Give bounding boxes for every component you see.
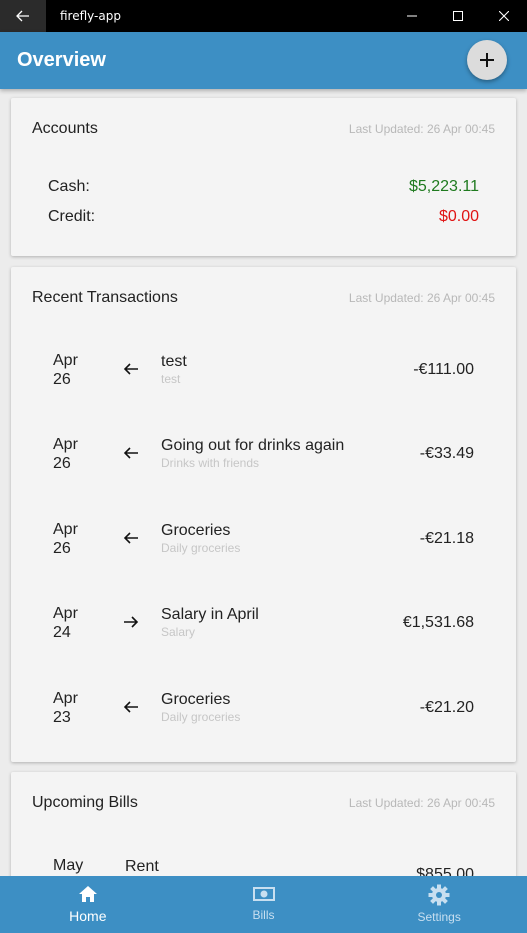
nav-label: Settings [417, 910, 461, 924]
transaction-day: 23 [53, 709, 71, 726]
transaction-amount: -€33.49 [419, 445, 474, 462]
arrow-left-icon [123, 447, 138, 459]
bottom-navigation: Home Bills Settings [0, 876, 527, 933]
nav-label: Bills [252, 908, 275, 922]
transaction-row[interactable]: Apr 24 Salary in April Salary €1,531.68 [53, 604, 474, 654]
transaction-subtitle: Daily groceries [161, 541, 241, 555]
maximize-icon [453, 11, 463, 21]
arrow-right-icon [124, 616, 139, 628]
transaction-subtitle: Salary [161, 625, 196, 639]
account-value: $5,223.11 [409, 178, 479, 195]
arrow-left-icon [123, 363, 138, 375]
page-title: Overview [17, 49, 106, 71]
maximize-button[interactable] [435, 0, 481, 32]
transaction-date: Apr 26 [53, 520, 93, 558]
bills-last-updated: Last Updated: 26 Apr 00:45 [348, 796, 495, 810]
accounts-card-header: Accounts Last Updated: 26 Apr 00:45 [32, 120, 495, 138]
account-label: Cash: [48, 178, 90, 195]
transaction-row[interactable]: Apr 26 Going out for drinks again Drinks… [53, 435, 474, 485]
account-row-cash[interactable]: Cash: $5,223.11 [48, 178, 479, 196]
account-value: $0.00 [438, 208, 479, 225]
transaction-month: Apr [53, 521, 78, 538]
transaction-row[interactable]: Apr 26 test test -€111.00 [53, 351, 474, 401]
nav-settings[interactable]: Settings [351, 876, 527, 933]
window-back-button[interactable] [0, 0, 46, 32]
bills-title: Upcoming Bills [32, 794, 138, 811]
minimize-icon [407, 15, 417, 17]
transaction-subtitle: test [161, 372, 181, 386]
transaction-month: Apr [53, 690, 78, 707]
transactions-card: Recent Transactions Last Updated: 26 Apr… [11, 267, 516, 762]
accounts-card: Accounts Last Updated: 26 Apr 00:45 Cash… [11, 98, 516, 256]
nav-label: Home [69, 908, 107, 924]
close-button[interactable] [481, 0, 527, 32]
overview-content[interactable]: Accounts Last Updated: 26 Apr 00:45 Cash… [0, 89, 527, 876]
window-titlebar: firefly-app [0, 0, 527, 32]
bill-row[interactable]: May Rent $855.00 [53, 856, 474, 876]
home-icon [78, 886, 97, 902]
gear-icon [428, 884, 450, 906]
transaction-date: Apr 24 [53, 604, 93, 642]
transaction-subtitle: Daily groceries [161, 710, 241, 724]
transaction-day: 24 [53, 624, 71, 641]
bill-title: Rent [125, 858, 159, 875]
money-icon [252, 887, 275, 901]
transaction-month: Apr [53, 436, 78, 453]
transaction-title: Groceries [161, 522, 231, 539]
close-icon [499, 11, 509, 21]
transaction-row[interactable]: Apr 23 Groceries Daily groceries -€21.20 [53, 689, 474, 739]
arrow-left-icon [16, 10, 29, 22]
nav-home[interactable]: Home [0, 876, 176, 933]
transaction-date: Apr 26 [53, 351, 93, 389]
transaction-day: 26 [53, 540, 71, 557]
bills-card: Upcoming Bills Last Updated: 26 Apr 00:4… [11, 772, 516, 876]
transaction-title: Salary in April [161, 606, 259, 623]
transactions-last-updated: Last Updated: 26 Apr 00:45 [348, 291, 495, 305]
transaction-amount: -€111.00 [413, 361, 474, 378]
transaction-day: 26 [53, 455, 71, 472]
transaction-subtitle: Drinks with friends [161, 456, 260, 470]
transactions-title: Recent Transactions [32, 289, 178, 306]
transaction-amount: -€21.18 [419, 530, 474, 547]
accounts-title: Accounts [32, 120, 98, 137]
bill-month: May [53, 857, 84, 874]
bills-card-header: Upcoming Bills Last Updated: 26 Apr 00:4… [32, 794, 495, 812]
add-button[interactable] [467, 40, 507, 80]
transaction-month: Apr [53, 352, 78, 369]
nav-bills[interactable]: Bills [176, 876, 352, 933]
transaction-amount: -€21.20 [419, 699, 474, 716]
transactions-card-header: Recent Transactions Last Updated: 26 Apr… [32, 289, 495, 307]
transaction-day: 26 [53, 371, 71, 388]
transaction-date: Apr 26 [53, 435, 93, 473]
transaction-title: test [161, 353, 187, 370]
transaction-row[interactable]: Apr 26 Groceries Daily groceries -€21.18 [53, 520, 474, 570]
window-title: firefly-app [60, 9, 121, 23]
plus-icon [480, 53, 494, 67]
transaction-month: Apr [53, 605, 78, 622]
transaction-date: Apr 23 [53, 689, 93, 727]
bill-amount: $855.00 [416, 866, 474, 876]
account-row-credit[interactable]: Credit: $0.00 [48, 208, 479, 226]
accounts-last-updated: Last Updated: 26 Apr 00:45 [348, 122, 495, 136]
app-bar: Overview [0, 32, 527, 89]
arrow-left-icon [123, 701, 138, 713]
minimize-button[interactable] [389, 0, 435, 32]
arrow-left-icon [123, 532, 138, 544]
transaction-title: Going out for drinks again [161, 437, 345, 454]
transaction-title: Groceries [161, 691, 231, 708]
transaction-amount: €1,531.68 [402, 614, 474, 631]
account-label: Credit: [48, 208, 96, 225]
